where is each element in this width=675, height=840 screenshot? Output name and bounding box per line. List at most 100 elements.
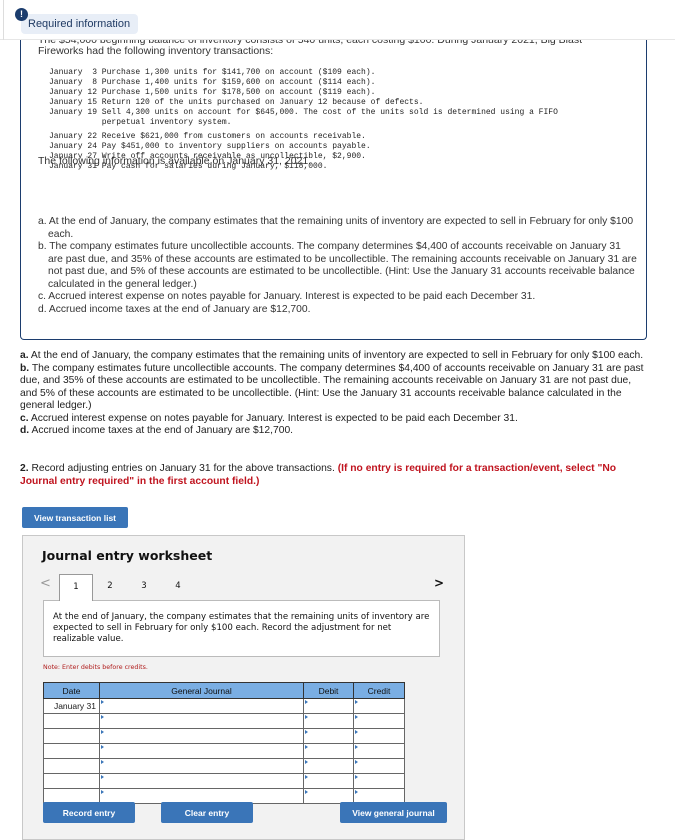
required-item-b: b. The company estimates future uncollec… bbox=[38, 241, 637, 290]
item-b-prefix: b. bbox=[20, 362, 30, 374]
journal-row bbox=[43, 713, 405, 729]
journal-row bbox=[43, 728, 405, 744]
required-information-header: ! Required information bbox=[0, 0, 675, 40]
item-b-text: The company estimates future uncollectib… bbox=[20, 362, 644, 412]
dropdown-caret-icon bbox=[305, 700, 308, 704]
item-c: c. Accrued interest expense on notes pay… bbox=[20, 413, 645, 426]
column-date: Date bbox=[43, 682, 100, 699]
dropdown-caret-icon bbox=[355, 715, 358, 719]
transaction-line: January 3 Purchase 1,300 units for $141,… bbox=[49, 68, 376, 77]
debit-input[interactable] bbox=[303, 773, 354, 789]
item-d-text: Accrued income taxes at the end of Janua… bbox=[29, 425, 294, 436]
entry-description: At the end of January, the company estim… bbox=[43, 600, 440, 657]
dropdown-caret-icon bbox=[305, 775, 308, 779]
dropdown-caret-icon bbox=[305, 790, 308, 794]
debit-input[interactable] bbox=[303, 713, 354, 729]
record-entry-button[interactable]: Record entry bbox=[43, 802, 135, 823]
required-item-d: d. Accrued income taxes at the end of Ja… bbox=[38, 303, 311, 315]
dropdown-caret-icon bbox=[355, 745, 358, 749]
credit-input[interactable] bbox=[353, 698, 405, 714]
credit-input[interactable] bbox=[353, 758, 405, 774]
debit-input[interactable] bbox=[303, 698, 354, 714]
tab-1[interactable]: 1 bbox=[59, 574, 93, 601]
item-d-prefix: d. bbox=[20, 425, 30, 436]
debit-input[interactable] bbox=[303, 743, 354, 759]
dropdown-caret-icon bbox=[355, 760, 358, 764]
transaction-line: January 19 Sell 4,300 units on account f… bbox=[49, 108, 558, 117]
tab-4[interactable]: 4 bbox=[161, 574, 195, 601]
dropdown-caret-icon bbox=[101, 790, 104, 794]
item-d: d. Accrued income taxes at the end of Ja… bbox=[20, 425, 645, 438]
dropdown-caret-icon bbox=[355, 730, 358, 734]
item-c-prefix: c. bbox=[20, 412, 29, 424]
dropdown-caret-icon bbox=[101, 775, 104, 779]
credit-input[interactable] bbox=[353, 773, 405, 789]
item-a-text: At the end of January, the company estim… bbox=[28, 350, 644, 361]
dropdown-caret-icon bbox=[101, 760, 104, 764]
dropdown-caret-icon bbox=[355, 700, 358, 704]
journal-header-row: Date General Journal Debit Credit bbox=[43, 682, 405, 699]
column-debit: Debit bbox=[303, 682, 354, 699]
worksheet-title: Journal entry worksheet bbox=[42, 548, 213, 563]
dropdown-caret-icon bbox=[101, 715, 104, 719]
required-items-list: a. At the end of January, the company es… bbox=[38, 216, 638, 316]
column-credit: Credit bbox=[353, 682, 405, 699]
credit-input[interactable] bbox=[353, 713, 405, 729]
transaction-line: January 12 Purchase 1,500 units for $178… bbox=[49, 88, 376, 97]
required-item-c: c. Accrued interest expense on notes pay… bbox=[38, 291, 536, 302]
required-information-toggle[interactable]: Required information bbox=[21, 14, 139, 34]
account-select[interactable] bbox=[99, 743, 304, 759]
dropdown-caret-icon bbox=[355, 790, 358, 794]
transaction-line: January 15 Return 120 of the units purch… bbox=[49, 98, 424, 107]
date-cell bbox=[43, 773, 100, 789]
chevron-right-icon[interactable]: > bbox=[434, 576, 444, 590]
account-select[interactable] bbox=[99, 758, 304, 774]
chevron-left-icon[interactable]: < bbox=[40, 576, 51, 591]
clear-entry-button[interactable]: Clear entry bbox=[161, 802, 253, 823]
info-alert-icon: ! bbox=[15, 8, 28, 21]
required-item-a: a. At the end of January, the company es… bbox=[38, 216, 634, 240]
required-information-panel: The $54,000 beginning balance of invento… bbox=[20, 36, 647, 340]
tab-2[interactable]: 2 bbox=[93, 574, 127, 601]
debit-credit-note: Note: Enter debits before credits. bbox=[43, 664, 148, 671]
dropdown-caret-icon bbox=[101, 730, 104, 734]
date-cell bbox=[43, 743, 100, 759]
header-side-line bbox=[0, 0, 4, 40]
transaction-line: January 24 Pay $451,000 to inventory sup… bbox=[49, 142, 371, 151]
tab-3[interactable]: 3 bbox=[127, 574, 161, 601]
view-general-journal-button[interactable]: View general journal bbox=[340, 802, 447, 823]
account-select[interactable] bbox=[99, 773, 304, 789]
info-available-line: The following information is available o… bbox=[38, 155, 312, 167]
item-c-text: Accrued interest expense on notes payabl… bbox=[28, 412, 518, 424]
journal-table: Date General Journal Debit Credit Januar… bbox=[43, 682, 405, 804]
transaction-line: January 22 Receive $621,000 from custome… bbox=[49, 132, 366, 141]
account-select[interactable] bbox=[99, 698, 304, 714]
date-cell bbox=[43, 713, 100, 729]
account-select[interactable] bbox=[99, 728, 304, 744]
dropdown-caret-icon bbox=[305, 730, 308, 734]
dropdown-caret-icon bbox=[101, 700, 104, 704]
journal-entry-worksheet: Journal entry worksheet < 1 2 3 4 > At t… bbox=[22, 535, 465, 840]
journal-row bbox=[43, 773, 405, 789]
item-a-prefix: a. bbox=[20, 350, 29, 361]
dropdown-caret-icon bbox=[305, 715, 308, 719]
credit-input[interactable] bbox=[353, 743, 405, 759]
question-2: 2. Record adjusting entries on January 3… bbox=[20, 463, 650, 488]
dropdown-caret-icon bbox=[355, 775, 358, 779]
dropdown-caret-icon bbox=[305, 760, 308, 764]
transaction-line: perpetual inventory system. bbox=[49, 118, 232, 127]
item-a: a. At the end of January, the company es… bbox=[20, 350, 645, 363]
question-number: 2. bbox=[20, 463, 29, 474]
debit-input[interactable] bbox=[303, 728, 354, 744]
date-cell bbox=[43, 758, 100, 774]
date-cell bbox=[43, 728, 100, 744]
debit-input[interactable] bbox=[303, 758, 354, 774]
dropdown-caret-icon bbox=[305, 745, 308, 749]
credit-input[interactable] bbox=[353, 728, 405, 744]
adjustment-items: a. At the end of January, the company es… bbox=[20, 350, 645, 438]
date-cell: January 31 bbox=[43, 698, 100, 714]
journal-row bbox=[43, 743, 405, 759]
account-select[interactable] bbox=[99, 713, 304, 729]
question-text: Record adjusting entries on January 31 f… bbox=[28, 463, 338, 474]
view-transaction-list-button[interactable]: View transaction list bbox=[22, 507, 128, 528]
